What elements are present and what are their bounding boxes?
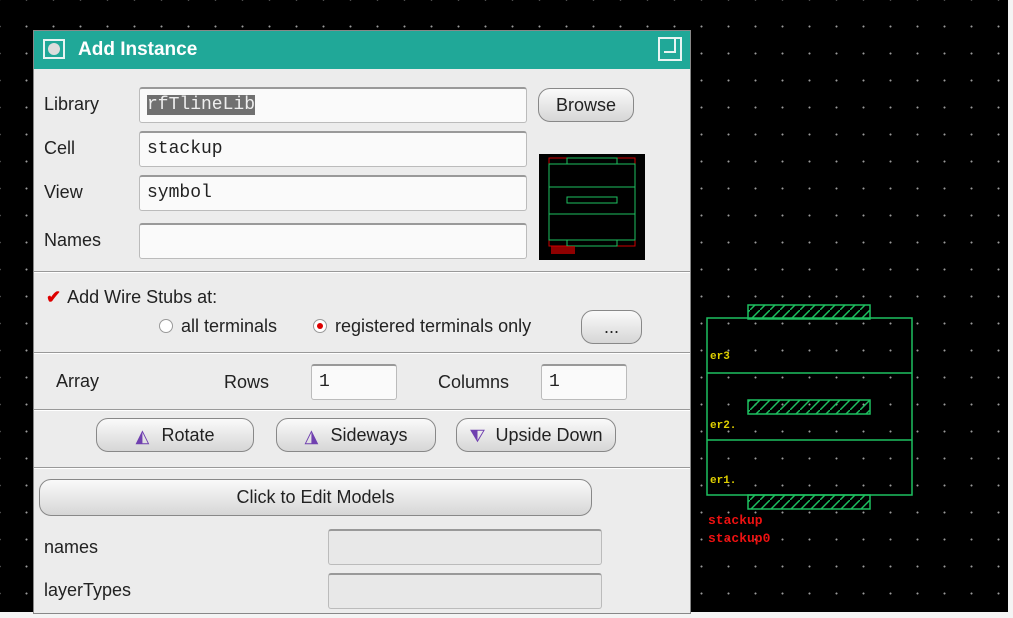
upside-down-icon: ⧨ [469,426,486,446]
array-label: Array [56,371,100,391]
stackup-symbol[interactable]: er3 er2. er1. stackup stackup0 [700,300,920,550]
instance-cell-label: stackup [708,513,763,528]
rows-input[interactable]: 1 [311,364,397,400]
instance-name-label: stackup0 [708,531,771,546]
radio-icon [159,319,173,333]
radio-label: all terminals [181,316,278,336]
add-wire-stubs-label: Add Wire Stubs at: [67,287,218,307]
pin-label: er2. [710,420,736,432]
window-menu-icon[interactable] [43,39,65,59]
names-label: Names [44,230,102,250]
add-wire-stubs-checkbox[interactable]: ✔ Add Wire Stubs at: [46,287,217,308]
divider [34,352,690,354]
columns-input[interactable]: 1 [541,364,627,400]
library-label: Library [44,94,100,114]
symbol-preview [539,154,645,260]
sideways-label: Sideways [330,424,408,445]
divider [34,271,690,273]
divider [34,409,690,411]
cell-input[interactable]: stackup [139,131,527,167]
library-value: rfTlineLib [147,95,256,115]
radio-registered-terminals[interactable]: registered terminals only [313,316,531,337]
rotate-icon: ◭ [135,426,150,446]
param-label-names: names [44,537,99,557]
add-instance-dialog: Add Instance Library rfTlineLib Browse C… [33,30,691,614]
upside-down-label: Upside Down [495,424,603,445]
param-input-layertypes[interactable] [328,573,602,609]
rotate-button[interactable]: ◭ Rotate [96,418,254,452]
wire-stub-options-button[interactable]: ... [581,310,642,344]
radio-all-terminals[interactable]: all terminals [159,316,277,337]
port-bottom [747,494,871,510]
upside-down-button[interactable]: ⧨ Upside Down [456,418,616,452]
rows-label: Rows [224,372,270,392]
edit-models-button[interactable]: Click to Edit Models [39,479,592,516]
view-input[interactable]: symbol [139,175,527,211]
port-middle [747,399,871,415]
param-input-names[interactable] [328,529,602,565]
library-input[interactable]: rfTlineLib [139,87,527,123]
sideways-icon: ◮ [304,426,319,446]
view-label: View [44,182,83,202]
columns-label: Columns [438,372,510,392]
maximize-icon[interactable] [658,37,682,61]
port-top [747,304,871,320]
dialog-title: Add Instance [78,39,198,60]
cell-label: Cell [44,138,76,158]
pin-label: er1. [710,475,736,487]
divider [34,467,690,469]
title-bar[interactable]: Add Instance [34,31,690,69]
checkmark-icon: ✔ [46,287,62,307]
pin-label: er3 [710,351,730,363]
names-input[interactable] [139,223,527,259]
browse-button[interactable]: Browse [538,88,634,122]
rotate-label: Rotate [161,424,215,445]
sideways-button[interactable]: ◮ Sideways [276,418,436,452]
radio-selected-icon [313,319,327,333]
radio-label: registered terminals only [335,316,532,336]
param-label-layertypes: layerTypes [44,580,132,600]
